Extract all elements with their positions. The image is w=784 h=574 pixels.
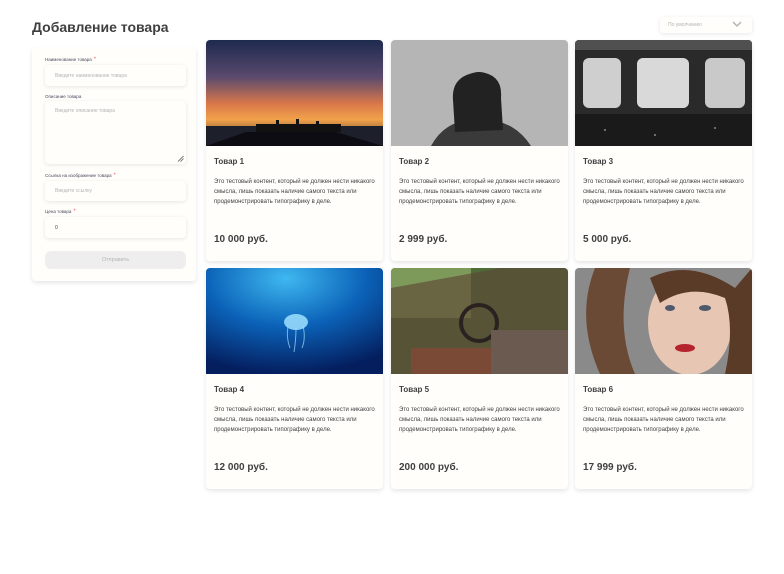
product-image (391, 40, 568, 146)
product-price: 2 999 руб. (399, 234, 448, 245)
product-price: 17 999 руб. (583, 462, 637, 473)
product-name: Товар 1 (214, 157, 245, 166)
product-card[interactable]: Товар 1 Это тестовый контент, который не… (206, 40, 383, 261)
product-price: 10 000 руб. (214, 234, 268, 245)
product-description: Это тестовый контент, который не должен … (399, 407, 560, 433)
product-name: Товар 2 (399, 157, 430, 166)
product-name-label: Наименование товара • (45, 56, 96, 62)
product-price: 12 000 руб. (214, 462, 268, 473)
sort-select[interactable]: По умолчанию (660, 17, 752, 33)
product-card[interactable]: Товар 6 Это тестовый контент, который не… (575, 268, 752, 489)
product-card[interactable]: Товар 5 Это тестовый контент, который не… (391, 268, 568, 489)
product-description-label: Описание товара (45, 94, 82, 99)
product-card[interactable]: Товар 4 Это тестовый контент, который не… (206, 268, 383, 489)
price-label: Цена товара • (45, 208, 76, 214)
product-description: Это тестовый контент, который не должен … (399, 179, 560, 205)
product-description: Это тестовый контент, который не должен … (214, 179, 375, 205)
page-title: Добавление товара (32, 19, 169, 35)
product-name: Товар 3 (583, 157, 614, 166)
product-description: Это тестовый контент, который не должен … (583, 179, 744, 205)
sort-select-value: По умолчанию (668, 22, 702, 28)
product-description: Это тестовый контент, который не должен … (214, 407, 375, 433)
product-image (391, 268, 568, 374)
required-marker: • (93, 56, 96, 62)
product-price: 200 000 руб. (399, 462, 459, 473)
product-description-textarea[interactable]: Введите описание товара (45, 101, 186, 164)
image-link-label: Ссылка на изображение товара • (45, 172, 116, 178)
product-image (206, 40, 383, 146)
product-name: Товар 5 (399, 385, 430, 394)
required-marker: • (113, 172, 116, 178)
product-description-placeholder: Введите описание товара (55, 108, 115, 114)
product-description: Это тестовый контент, который не должен … (583, 407, 744, 433)
product-image (575, 268, 752, 374)
product-image (206, 268, 383, 374)
product-name: Товар 6 (583, 385, 614, 394)
price-input[interactable]: 0 (45, 217, 186, 238)
chevron-down-icon (732, 21, 742, 28)
submit-button[interactable]: Отправить (45, 251, 186, 269)
product-name-input[interactable]: Введите наименование товара (45, 65, 186, 86)
required-marker: • (73, 208, 76, 214)
product-card[interactable]: Товар 3 Это тестовый контент, который не… (575, 40, 752, 261)
product-name: Товар 4 (214, 385, 245, 394)
resize-handle-icon[interactable] (177, 155, 184, 162)
image-link-input[interactable]: Введите ссылку (45, 181, 186, 201)
product-card[interactable]: Товар 2 Это тестовый контент, который не… (391, 40, 568, 261)
product-price: 5 000 руб. (583, 234, 632, 245)
product-image (575, 40, 752, 146)
add-product-form: Наименование товара • Введите наименовани… (32, 47, 196, 281)
